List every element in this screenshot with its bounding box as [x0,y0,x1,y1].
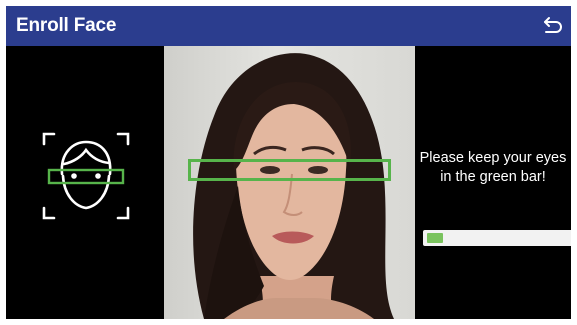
enroll-progress-fill [427,233,443,243]
page-title: Enroll Face [16,15,117,36]
enroll-face-screen: Enroll Face Please keep your eyes in the… [6,6,571,319]
camera-preview [164,46,415,319]
return-arrow-icon[interactable] [541,14,565,38]
face-scan-frame-icon [40,130,132,222]
eye-guide-bar [188,159,391,181]
instruction-text: Please keep your eyes in the green bar! [419,150,567,185]
guide-panel [6,46,164,319]
header-bar: Enroll Face [6,6,571,46]
instruction-panel: Please keep your eyes in the green bar! [415,46,571,319]
enroll-progress-bar [423,230,571,246]
